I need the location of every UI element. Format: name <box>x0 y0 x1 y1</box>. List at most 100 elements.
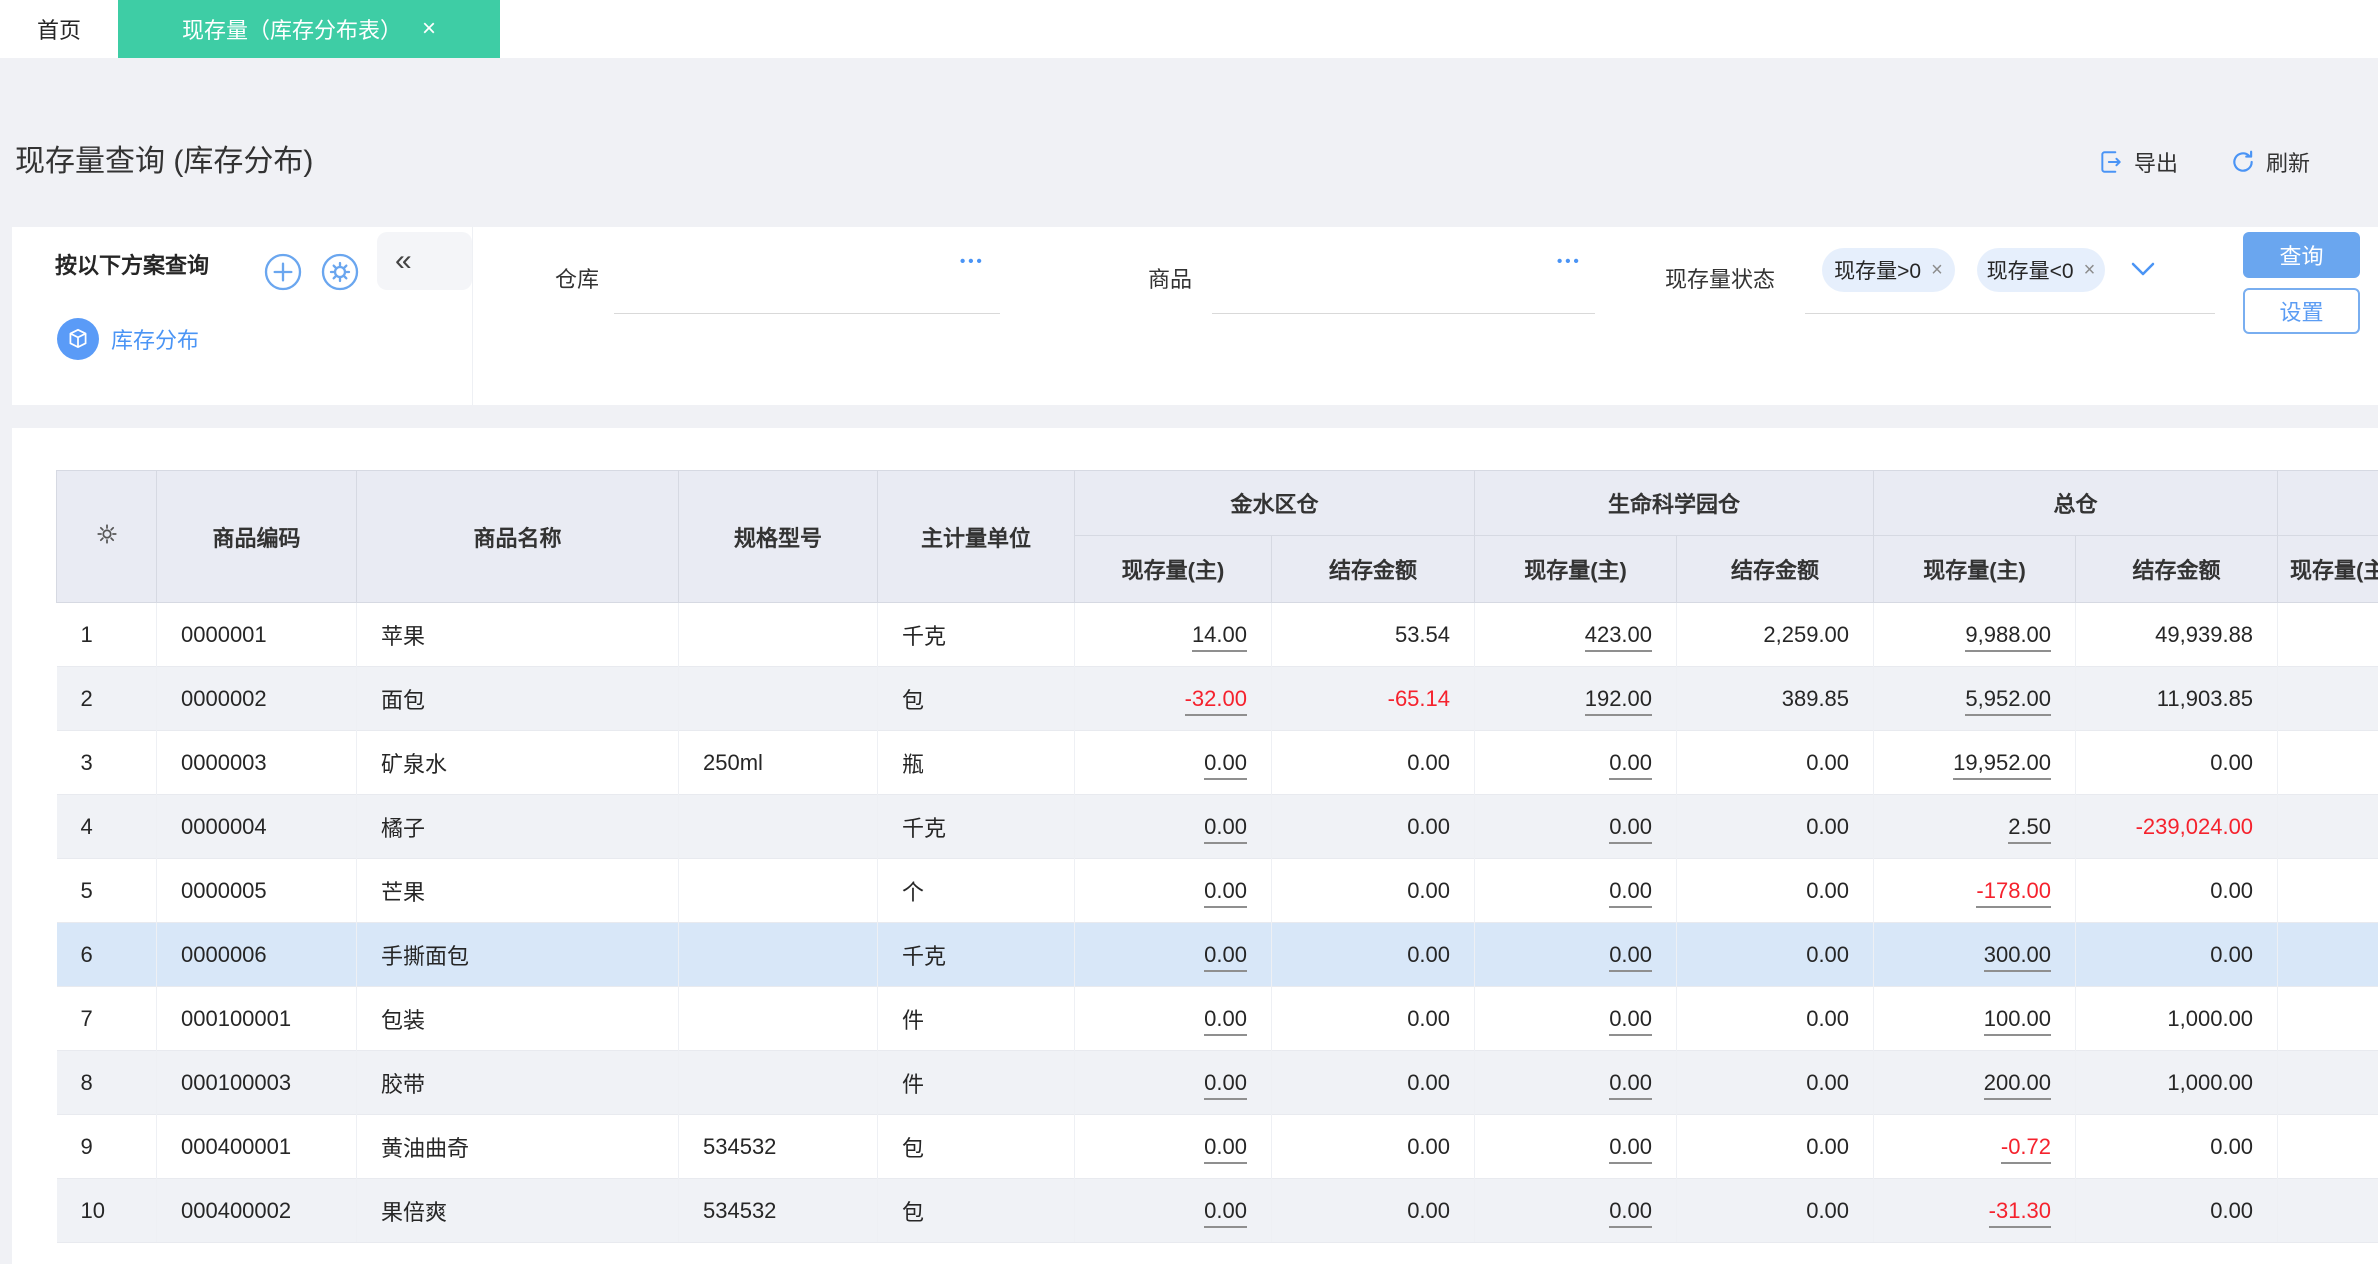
amount-cell: 0.00 <box>1676 794 1875 859</box>
spec-cell <box>678 858 878 923</box>
amount-value: 0.00 <box>1407 1005 1451 1031</box>
qty-link[interactable]: 100.00 <box>1983 1005 2052 1036</box>
amount-value: 0.00 <box>1806 1069 1850 1095</box>
amount-value: 0.00 <box>1806 813 1850 839</box>
product-name-cell: 黄油曲奇 <box>356 1114 679 1179</box>
amount-value: 0.00 <box>2210 1197 2254 1223</box>
collapse-panel-button[interactable]: « <box>377 232 472 290</box>
qty-link[interactable]: 0.00 <box>1609 749 1653 780</box>
qty-link[interactable]: -32.00 <box>1184 685 1247 716</box>
spec-cell <box>678 666 878 731</box>
table-row[interactable]: 4 0000004 橘子 千克 0.00 0.00 0.00 0.00 2.50 -239,024… <box>56 794 2378 859</box>
tab-home-label: 首页 <box>36 18 81 43</box>
row-number: 10 <box>56 1178 157 1243</box>
table-header-group-row: 商品编码 商品名称 规格型号 主计量单位 金水区仓 生命科学园仓 总仓 <box>56 470 2378 603</box>
qty-link[interactable]: 0.00 <box>1609 941 1653 972</box>
tab-inventory-distribution[interactable]: 现存量（库存分布表） × <box>118 0 500 58</box>
qty-link[interactable]: -31.30 <box>1988 1197 2052 1228</box>
product-ellipsis-icon[interactable]: ••• <box>1557 253 1582 270</box>
table-row[interactable]: 6 0000006 手撕面包 千克 0.00 0.00 0.00 0.00 300.00 0.00 <box>56 922 2378 987</box>
table-row[interactable]: 7 000100001 包装 件 0.00 0.00 0.00 0.00 100.00 1,000… <box>56 986 2378 1051</box>
table-row[interactable]: 10 000400002 果倍爽 534532 包 0.00 0.00 0.00 0.00 -31… <box>56 1178 2378 1243</box>
unit-cell: 件 <box>877 1050 1075 1115</box>
qty-link[interactable]: 192.00 <box>1584 685 1653 716</box>
qty-link[interactable]: 0.00 <box>1609 1197 1653 1228</box>
overflow-cell <box>2277 1178 2378 1243</box>
qty-link[interactable]: 0.00 <box>1204 941 1247 972</box>
refresh-button[interactable]: 刷新 <box>2230 146 2310 178</box>
header-qty-main: 现存量(主) <box>1873 535 2077 603</box>
qty-cell: 423.00 <box>1474 602 1678 667</box>
scheme-item-inventory-distribution[interactable]: 库存分布 <box>57 318 199 360</box>
qty-link[interactable]: -0.72 <box>2000 1133 2052 1164</box>
product-input[interactable] <box>1212 313 1595 314</box>
tab-home[interactable]: 首页 <box>0 0 118 58</box>
tab-close-icon[interactable]: × <box>422 17 436 41</box>
qty-link[interactable]: 200.00 <box>1983 1069 2052 1100</box>
inventory-table: 商品编码 商品名称 规格型号 主计量单位 金水区仓 生命科学园仓 总仓 现存量(… <box>56 470 2378 1243</box>
query-button[interactable]: 查询 <box>2243 232 2360 278</box>
status-tag-negative-close-icon[interactable]: × <box>2084 259 2096 282</box>
amount-value: 0.00 <box>1407 941 1451 967</box>
status-tag-positive-close-icon[interactable]: × <box>1931 259 1943 282</box>
qty-cell: 0.00 <box>1474 922 1678 987</box>
unit-cell: 包 <box>877 1178 1075 1243</box>
amount-cell: 1,000.00 <box>2075 986 2279 1051</box>
qty-link[interactable]: 14.00 <box>1191 621 1247 652</box>
qty-cell: 0.00 <box>1074 794 1272 859</box>
settings-button[interactable]: 设置 <box>2243 288 2360 334</box>
qty-link[interactable]: 0.00 <box>1204 1069 1247 1100</box>
qty-link[interactable]: 19,952.00 <box>1953 749 2052 780</box>
qty-cell: 14.00 <box>1074 602 1272 667</box>
table-row[interactable]: 8 000100003 胶带 件 0.00 0.00 0.00 0.00 200.00 1,000… <box>56 1050 2378 1115</box>
amount-value: 2,259.00 <box>1763 621 1850 647</box>
qty-link[interactable]: -178.00 <box>1976 877 2052 908</box>
qty-link[interactable]: 0.00 <box>1204 1197 1247 1228</box>
status-tag-negative[interactable]: 现存量<0 × <box>1977 248 2105 292</box>
product-name-cell: 果倍爽 <box>356 1178 679 1243</box>
header-product-code: 商品编码 <box>156 470 357 603</box>
qty-cell: 0.00 <box>1074 922 1272 987</box>
product-name-cell: 包装 <box>356 986 679 1051</box>
header-spec-model: 规格型号 <box>678 470 878 603</box>
table-row[interactable]: 3 0000003 矿泉水 250ml 瓶 0.00 0.00 0.00 0.00 19,952.… <box>56 730 2378 795</box>
stock-status-input[interactable] <box>1805 313 2215 314</box>
status-tag-positive[interactable]: 现存量>0 × <box>1822 248 1955 292</box>
scheme-settings-gear-icon[interactable] <box>320 252 360 292</box>
column-settings-gear-icon[interactable] <box>56 470 157 603</box>
qty-link[interactable]: 0.00 <box>1609 1005 1653 1036</box>
status-chevron-down-icon[interactable] <box>2128 257 2158 286</box>
collapse-icon: « <box>395 244 412 277</box>
warehouse-input[interactable] <box>614 313 1000 314</box>
qty-link[interactable]: 0.00 <box>1204 877 1247 908</box>
amount-cell: 0.00 <box>1676 986 1875 1051</box>
table-row[interactable]: 2 0000002 面包 包 -32.00 -65.14 192.00 389.85 5,952… <box>56 666 2378 731</box>
qty-link[interactable]: 2.50 <box>2008 813 2052 844</box>
qty-link[interactable]: 0.00 <box>1204 813 1247 844</box>
table-row[interactable]: 9 000400001 黄油曲奇 534532 包 0.00 0.00 0.00 0.00 -0.… <box>56 1114 2378 1179</box>
table-row[interactable]: 1 0000001 苹果 千克 14.00 53.54 423.00 2,259.00 9,98… <box>56 602 2378 667</box>
qty-link[interactable]: 0.00 <box>1204 1005 1247 1036</box>
qty-cell: 0.00 <box>1074 1114 1272 1179</box>
qty-link[interactable]: 0.00 <box>1609 1069 1653 1100</box>
qty-cell: -0.72 <box>1873 1114 2077 1179</box>
header-unit: 主计量单位 <box>877 470 1075 603</box>
unit-cell: 件 <box>877 986 1075 1051</box>
qty-link[interactable]: 0.00 <box>1609 1133 1653 1164</box>
qty-link[interactable]: 300.00 <box>1983 941 2052 972</box>
amount-cell: 0.00 <box>1271 730 1476 795</box>
qty-link[interactable]: 0.00 <box>1204 749 1247 780</box>
add-scheme-icon[interactable] <box>263 252 303 292</box>
qty-link[interactable]: 0.00 <box>1204 1133 1247 1164</box>
product-label: 商品 <box>1148 267 1193 292</box>
qty-link[interactable]: 0.00 <box>1609 877 1653 908</box>
qty-link[interactable]: 423.00 <box>1584 621 1653 652</box>
qty-link[interactable]: 0.00 <box>1609 813 1653 844</box>
qty-link[interactable]: 5,952.00 <box>1965 685 2052 716</box>
export-button[interactable]: 导出 <box>2098 146 2178 178</box>
warehouse-group-jinshui: 金水区仓 <box>1073 470 1476 536</box>
qty-link[interactable]: 9,988.00 <box>1965 621 2052 652</box>
warehouse-ellipsis-icon[interactable]: ••• <box>960 253 985 270</box>
qty-cell: 0.00 <box>1474 986 1678 1051</box>
table-row[interactable]: 5 0000005 芒果 个 0.00 0.00 0.00 0.00 -178.00 0.00 <box>56 858 2378 923</box>
